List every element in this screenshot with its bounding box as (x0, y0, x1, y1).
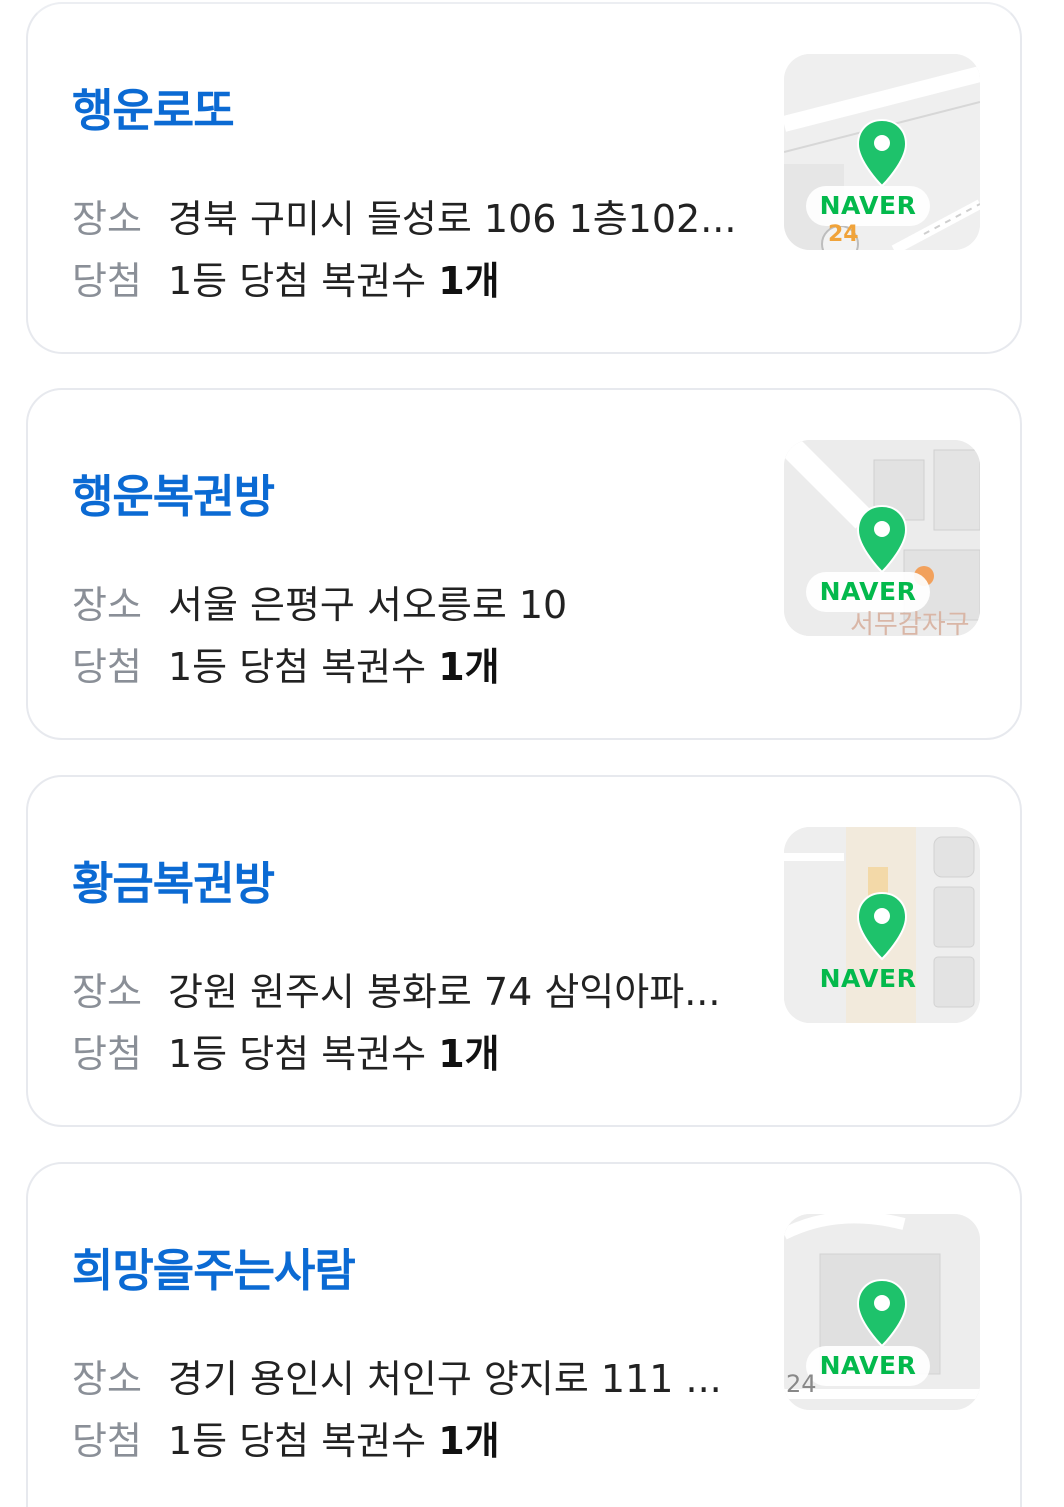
win-count: 1개 (438, 1032, 500, 1076)
win-label: 당첨 (72, 259, 142, 303)
store-name[interactable]: 황금복권방 (72, 847, 275, 912)
map-thumbnail[interactable]: NAVER (784, 827, 980, 1023)
place-row: 장소 경기 용인시 처인구 양지로 111 ... (72, 1354, 722, 1404)
store-card[interactable]: 황금복권방 장소 강원 원주시 봉화로 74 삼익아파... 당첨 1등 당첨 복권… (26, 775, 1022, 1127)
win-count: 1개 (438, 1419, 500, 1463)
place-row: 장소 서울 은평구 서오릉로 10 (72, 580, 567, 630)
win-count: 1개 (438, 259, 500, 303)
map-thumbnail[interactable]: NAVER 24 (784, 1214, 980, 1410)
win-count: 1개 (438, 645, 500, 689)
naver-badge: NAVER (806, 1346, 930, 1386)
map-pin-icon (856, 118, 908, 188)
place-value: 경북 구미시 들성로 106 1층102... (168, 197, 737, 241)
map-pin-icon (856, 891, 908, 961)
store-name[interactable]: 행운복권방 (72, 460, 275, 525)
store-list: 행운로또 장소 경북 구미시 들성로 106 1층102... 당첨 1등 당첨 복… (0, 0, 1064, 1507)
place-label: 장소 (72, 197, 142, 241)
map-pin-icon (856, 504, 908, 574)
map-thumbnail[interactable]: NAVER 24 (784, 54, 980, 250)
win-label: 당첨 (72, 1032, 142, 1076)
place-row: 장소 강원 원주시 봉화로 74 삼익아파... (72, 967, 720, 1017)
store-card[interactable]: 행운복권방 장소 서울 은평구 서오릉로 10 당첨 1등 당첨 복권수 1개 NA… (26, 388, 1022, 740)
place-value: 강원 원주시 봉화로 74 삼익아파... (168, 970, 721, 1014)
win-label: 당첨 (72, 645, 142, 689)
store-card[interactable]: 희망을주는사람 장소 경기 용인시 처인구 양지로 111 ... 당첨 1등 당첨… (26, 1162, 1022, 1507)
naver-badge: NAVER (806, 186, 930, 226)
place-value: 경기 용인시 처인구 양지로 111 ... (168, 1357, 722, 1401)
win-text: 1등 당첨 복권수 (168, 645, 427, 689)
place-label: 장소 (72, 583, 142, 627)
store-name[interactable]: 행운로또 (72, 74, 235, 139)
place-row: 장소 경북 구미시 들성로 106 1층102... (72, 194, 736, 244)
win-row: 당첨 1등 당첨 복권수 1개 (72, 1029, 500, 1079)
store-name[interactable]: 희망을주는사람 (72, 1234, 356, 1299)
map-caption: 서무감자구 (850, 610, 970, 636)
naver-badge: NAVER (819, 964, 917, 993)
place-label: 장소 (72, 1357, 142, 1401)
win-row: 당첨 1등 당첨 복권수 1개 (72, 642, 500, 692)
win-row: 당첨 1등 당첨 복권수 1개 (72, 1416, 500, 1466)
map-caption: 24 (828, 222, 859, 247)
win-text: 1등 당첨 복권수 (168, 259, 427, 303)
map-pin-icon (856, 1278, 908, 1348)
win-text: 1등 당첨 복권수 (168, 1032, 427, 1076)
map-thumbnail[interactable]: NAVER 서무감자구 (784, 440, 980, 636)
win-label: 당첨 (72, 1419, 142, 1463)
place-value: 서울 은평구 서오릉로 10 (168, 583, 568, 627)
map-caption: 24 (786, 1370, 817, 1398)
win-row: 당첨 1등 당첨 복권수 1개 (72, 256, 500, 306)
win-text: 1등 당첨 복권수 (168, 1419, 427, 1463)
place-label: 장소 (72, 970, 142, 1014)
store-card[interactable]: 행운로또 장소 경북 구미시 들성로 106 1층102... 당첨 1등 당첨 복… (26, 2, 1022, 354)
